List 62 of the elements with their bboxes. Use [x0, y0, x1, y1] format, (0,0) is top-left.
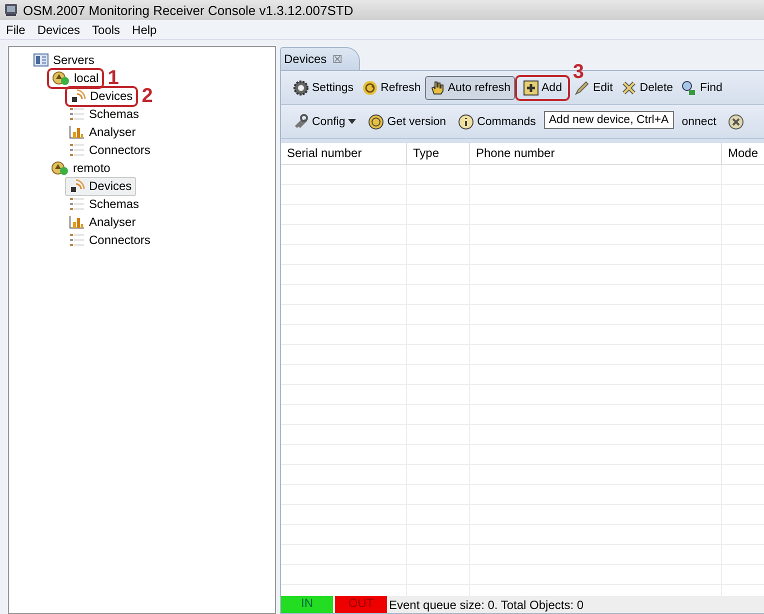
help-icon [368, 114, 384, 130]
pencil-icon [574, 80, 590, 96]
column-header[interactable]: Mode [722, 143, 764, 164]
find-icon [681, 80, 698, 96]
antenna-icon [70, 89, 86, 103]
toolbar-button[interactable]: Commands [454, 110, 540, 134]
callout-number: 1 [108, 69, 119, 87]
server-icon [52, 71, 70, 85]
column-header[interactable]: Serial number [281, 143, 407, 164]
in-indicator: IN [281, 596, 333, 613]
toolbar-button[interactable]: Settings [289, 76, 358, 100]
list-icon [69, 107, 85, 121]
tree-item[interactable]: Servers [29, 50, 98, 70]
tree-item[interactable]: local [47, 68, 104, 88]
tree-item[interactable]: Analyser [65, 212, 140, 232]
column-header[interactable]: Phone number [470, 143, 722, 164]
status-text: Event queue size: 0. Total Objects: 0 [389, 598, 584, 612]
antenna-icon [69, 179, 85, 193]
toolbar-button[interactable]: Auto refresh [424, 76, 514, 100]
tree-item[interactable]: Schemas [65, 194, 144, 214]
refresh-icon [362, 80, 378, 96]
caret-icon [348, 118, 356, 124]
wrench-icon [293, 114, 309, 130]
stop-icon [728, 114, 744, 130]
toolbar-button[interactable]: Delete [616, 76, 678, 100]
toolbar-button[interactable]: Refresh [358, 76, 425, 100]
menu-item[interactable]: Tools [86, 22, 126, 36]
tree-item[interactable]: Analyser [65, 122, 140, 142]
toolbar-button[interactable]: Get version [364, 110, 450, 134]
toolbar-button[interactable]: onnect [678, 112, 720, 132]
menu-item[interactable]: Help [126, 22, 163, 36]
window-title: OSM.2007 Monitoring Receiver Console v1.3.12.007STD [23, 2, 354, 18]
tree-item[interactable]: Schemas [65, 104, 144, 124]
bar-chart-icon [69, 125, 85, 139]
tree-item[interactable]: Devices [65, 176, 136, 196]
tree-item[interactable]: Connectors [65, 230, 154, 250]
toolbar-button[interactable]: Add [514, 74, 570, 100]
hand-icon [428, 80, 445, 96]
menu-item[interactable]: File [0, 22, 32, 36]
column-header[interactable]: Type [407, 143, 470, 164]
callout-number: 3 [572, 62, 584, 80]
menu-item[interactable]: Devices [31, 22, 86, 36]
list-icon [69, 143, 85, 157]
bar-chart-icon [69, 215, 85, 229]
info-icon [458, 114, 474, 130]
callout-number: 2 [142, 87, 153, 105]
gear-icon [293, 80, 309, 96]
app-icon [4, 3, 18, 17]
toolbar-button[interactable]: Config [289, 110, 360, 134]
tree-item[interactable]: Connectors [65, 140, 154, 160]
tree-item[interactable]: Devices [65, 86, 138, 106]
toolbar-button[interactable]: Find [677, 76, 726, 100]
server-icon [51, 161, 69, 175]
editor-tab[interactable]: Devices ☒ [280, 47, 360, 70]
list-icon [69, 197, 85, 211]
out-indicator: OUT [335, 596, 387, 613]
server-list-icon [33, 53, 49, 67]
tree-item[interactable]: remoto [47, 158, 114, 178]
list-icon [69, 233, 85, 247]
plus-icon [522, 80, 538, 96]
delete-icon [620, 80, 637, 96]
tooltip: Add new device, Ctrl+A [544, 110, 674, 128]
